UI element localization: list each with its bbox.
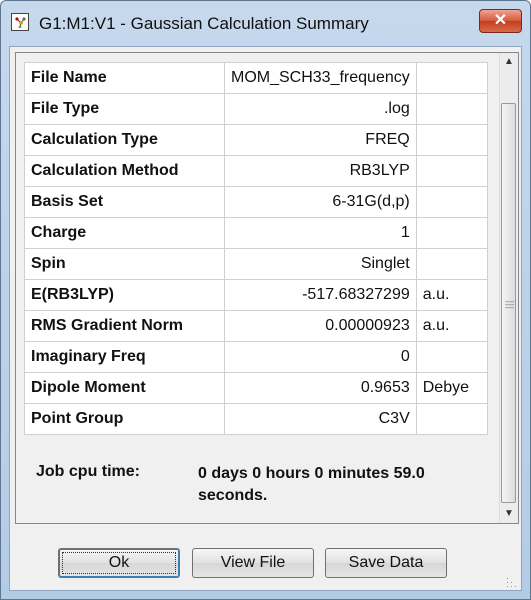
row-unit	[415, 403, 488, 435]
row-value: 0.00000923	[224, 310, 417, 342]
row-value: .log	[224, 93, 417, 125]
row-unit: a.u.	[415, 279, 488, 311]
scrollbar-grip-icon: — — —	[505, 296, 514, 312]
table-row: Calculation Method RB3LYP	[24, 155, 488, 187]
row-label: Point Group	[24, 403, 225, 435]
row-label: Imaginary Freq	[24, 341, 225, 373]
row-value: MOM_SCH33_frequency	[224, 62, 417, 94]
row-value: RB3LYP	[224, 155, 417, 187]
row-label: Dipole Moment	[24, 372, 225, 404]
table-row: File Type .log	[24, 93, 488, 125]
dialog-window: G1:M1:V1 - Gaussian Calculation Summary …	[0, 0, 531, 600]
table-row: E(RB3LYP) -517.68327299 a.u.	[24, 279, 488, 311]
table-row: Basis Set 6-31G(d,p)	[24, 186, 488, 218]
gaussview-app-icon[interactable]	[11, 13, 29, 31]
title-bar[interactable]: G1:M1:V1 - Gaussian Calculation Summary …	[1, 1, 530, 45]
row-label: Charge	[24, 217, 225, 249]
close-icon: ✕	[493, 12, 508, 29]
view-file-button[interactable]: View File	[192, 548, 314, 578]
resize-grip-icon[interactable]: · ·· ···	[506, 574, 518, 591]
row-value: FREQ	[224, 124, 417, 156]
dialog-client-area: File Name MOM_SCH33_frequency File Type .lo…	[9, 46, 522, 591]
row-label: Spin	[24, 248, 225, 280]
table-row: Imaginary Freq 0	[24, 341, 488, 373]
row-unit	[415, 341, 488, 373]
molecule-icon	[15, 17, 26, 28]
row-label: File Type	[24, 93, 225, 125]
row-unit	[415, 124, 488, 156]
table-row: Calculation Type FREQ	[24, 124, 488, 156]
row-unit	[415, 93, 488, 125]
ok-button[interactable]: Ok	[58, 548, 180, 578]
row-value: Singlet	[224, 248, 417, 280]
row-value: 6-31G(d,p)	[224, 186, 417, 218]
job-cpu-time-value: 0 days 0 hours 0 minutes 59.0 seconds.	[198, 465, 425, 504]
row-value: -517.68327299	[224, 279, 417, 311]
row-value: 0	[224, 341, 417, 373]
row-unit	[415, 248, 488, 280]
focus-rectangle	[62, 552, 176, 574]
table-row: Point Group C3V	[24, 403, 488, 435]
table-row: RMS Gradient Norm 0.00000923 a.u.	[24, 310, 488, 342]
row-value: C3V	[224, 403, 417, 435]
row-unit	[415, 62, 488, 94]
row-label: File Name	[24, 62, 225, 94]
row-value: 1	[224, 217, 417, 249]
close-button[interactable]: ✕	[479, 9, 522, 33]
summary-panel: File Name MOM_SCH33_frequency File Type .lo…	[15, 52, 519, 524]
window-title: G1:M1:V1 - Gaussian Calculation Summary	[39, 14, 369, 33]
job-cpu-time-label: Job cpu time:	[36, 463, 141, 480]
table-row: Dipole Moment 0.9653 Debye	[24, 372, 488, 404]
row-label: Calculation Type	[24, 124, 225, 156]
scroll-up-icon[interactable]: ▲	[500, 53, 518, 71]
row-value: 0.9653	[224, 372, 417, 404]
row-label: E(RB3LYP)	[24, 279, 225, 311]
row-unit: a.u.	[415, 310, 488, 342]
summary-table: File Name MOM_SCH33_frequency File Type .lo…	[24, 62, 488, 435]
row-unit	[415, 155, 488, 187]
view-file-button-label: View File	[220, 554, 286, 571]
scroll-down-icon[interactable]: ▼	[500, 505, 518, 523]
table-row: Charge 1	[24, 217, 488, 249]
save-data-button-label: Save Data	[348, 554, 424, 571]
scrollbar-thumb[interactable]: — — —	[501, 103, 516, 503]
vertical-scrollbar[interactable]: ▲ — — — ▼	[499, 53, 518, 523]
row-unit: Debye	[415, 372, 488, 404]
table-row: Spin Singlet	[24, 248, 488, 280]
table-row: File Name MOM_SCH33_frequency	[24, 62, 488, 94]
row-label: Basis Set	[24, 186, 225, 218]
row-unit	[415, 217, 488, 249]
row-unit	[415, 186, 488, 218]
row-label: RMS Gradient Norm	[24, 310, 225, 342]
row-label: Calculation Method	[24, 155, 225, 187]
save-data-button[interactable]: Save Data	[325, 548, 447, 578]
